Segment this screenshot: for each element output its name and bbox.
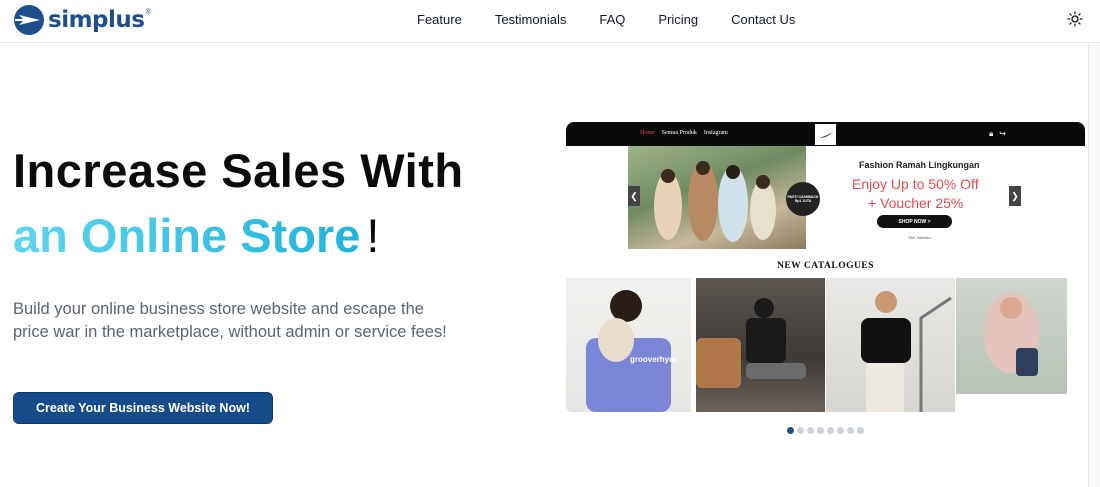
site-header: simplus ® Feature Testimonials FAQ Prici…: [0, 0, 1100, 43]
page-scrollbar[interactable]: [1088, 44, 1100, 487]
carousel-dot-5[interactable]: [827, 427, 834, 434]
carousel-dot-4[interactable]: [817, 427, 824, 434]
store-nav-instagram: Instagram: [703, 130, 728, 136]
cashback-badge: PASTI CASHBACK Rp1 JUTA: [786, 182, 820, 216]
brand-logo[interactable]: simplus ®: [13, 4, 151, 36]
catalog-title: NEW CATALOGUES: [776, 261, 874, 271]
store-topbar: Home Semua Produk Instagram 🔒︎ ↪: [566, 122, 1085, 146]
nav-testimonials[interactable]: Testimonials: [495, 12, 567, 27]
carousel-dot-6[interactable]: [837, 427, 844, 434]
nav-pricing[interactable]: Pricing: [658, 12, 698, 27]
banner-terms: S&K Berlaku: [908, 235, 931, 240]
banner-title: Fashion Ramah Lingkungan: [859, 160, 980, 170]
carousel-dot-7[interactable]: [847, 427, 854, 434]
banner-offer-line2: + Voucher 25%: [868, 195, 964, 211]
main-nav: Feature Testimonials FAQ Pricing Contact…: [417, 12, 828, 27]
carousel-dot-1[interactable]: [787, 427, 794, 434]
nav-feature[interactable]: Feature: [417, 12, 462, 27]
catalog-photo-3: [826, 278, 955, 412]
banner-photo: [628, 146, 806, 249]
carousel-dots: [787, 427, 867, 434]
hero-title-line2: an Online Store!: [13, 208, 379, 263]
banner-offer-line1: Enjoy Up to 50% Off: [852, 176, 979, 192]
banner-next-arrow: ❯: [1009, 186, 1021, 206]
photo-caption: grooverhym.: [630, 355, 678, 364]
hero-description: Build your online business store website…: [13, 300, 447, 341]
banner-shop-now-button: SHOP NOW >: [877, 215, 952, 228]
store-nav: Home Semua Produk Instagram: [640, 130, 735, 136]
banner-people-image: [654, 161, 776, 242]
nav-faq[interactable]: FAQ: [599, 12, 625, 27]
create-website-button[interactable]: Create Your Business Website Now!: [13, 392, 273, 424]
registered-mark: ®: [145, 6, 152, 16]
simplus-logo-icon: [14, 5, 44, 35]
hero-title-accent: an Online Store: [13, 209, 361, 262]
brand-name: simplus: [48, 7, 145, 33]
catalog-photo-4: [956, 278, 1067, 394]
store-banner: PASTI CASHBACK Rp1 JUTA Fashion Ramah Li…: [628, 146, 1024, 249]
nav-contact-us[interactable]: Contact Us: [731, 12, 795, 27]
hero-title-suffix: !: [366, 209, 380, 262]
theme-toggle-button[interactable]: [1067, 11, 1083, 27]
store-icons: 🔒︎ ↪: [989, 129, 1012, 138]
lock-icon: 🔒︎: [989, 129, 994, 138]
banner-prev-arrow: ❮: [628, 186, 640, 206]
catalog-photo-2: [696, 278, 825, 412]
login-icon: ↪: [999, 129, 1006, 138]
carousel-dot-8[interactable]: [857, 427, 864, 434]
store-nav-home: Home: [640, 130, 655, 136]
carousel-dot-3[interactable]: [807, 427, 814, 434]
store-preview: Home Semua Produk Instagram 🔒︎ ↪ PASTI C…: [566, 122, 1085, 414]
catalog-photo-2-image: [696, 298, 806, 388]
catalog-photo-1: grooverhym.: [566, 278, 691, 412]
store-brand-logo: [815, 124, 836, 145]
hero-title-line1: Increase Sales With: [13, 144, 464, 197]
catalog-photo-4-image: [983, 293, 1039, 376]
store-nav-products: Semua Produk: [661, 130, 697, 136]
sun-icon: [1067, 11, 1083, 27]
catalog-photo-1-image: grooverhym.: [586, 290, 678, 412]
swoosh-icon: [818, 131, 833, 138]
carousel-dot-2[interactable]: [797, 427, 804, 434]
catalog-photo-3-image: [861, 291, 952, 412]
